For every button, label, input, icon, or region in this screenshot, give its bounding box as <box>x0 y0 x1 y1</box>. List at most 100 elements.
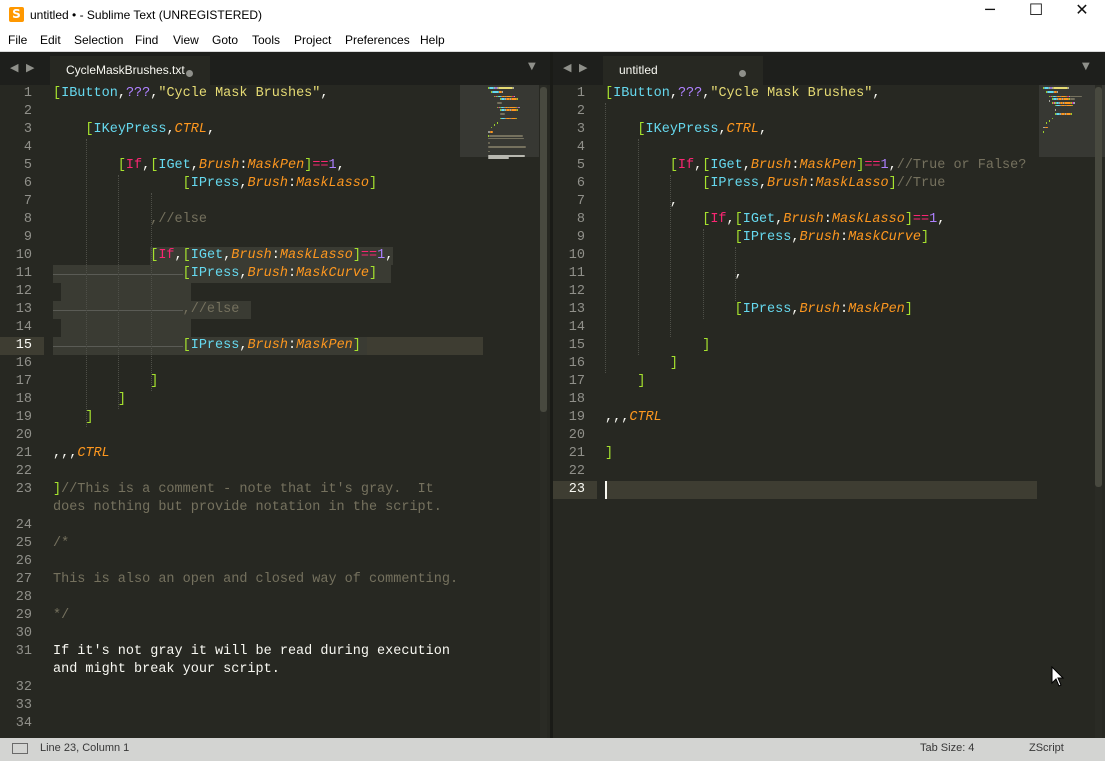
line-number: 8 <box>576 212 585 227</box>
unsaved-dot-icon[interactable] <box>186 70 193 77</box>
unsaved-dot-icon[interactable] <box>739 70 746 77</box>
code-token: /* <box>53 536 70 551</box>
line-number: 6 <box>576 176 585 191</box>
right-code-area[interactable]: [IButton,???,"Cycle Mask Brushes", [IKey… <box>605 85 1037 738</box>
code-token: [ <box>637 122 646 137</box>
minimap-line <box>1046 122 1047 124</box>
panel-toggle-icon[interactable] <box>12 743 28 754</box>
minimap-line <box>1064 102 1071 104</box>
code-line: ,//else <box>53 301 240 319</box>
minimap-line <box>491 91 499 93</box>
code-token: 1 <box>328 158 337 173</box>
code-token: If <box>125 158 143 173</box>
code-line: */ <box>53 607 69 625</box>
code-token: ] <box>352 338 361 353</box>
menu-file[interactable]: File <box>8 33 27 47</box>
line-number: 15 <box>15 338 32 353</box>
line-number: 10 <box>568 248 585 263</box>
menu-view[interactable]: View <box>173 33 199 47</box>
menu-goto[interactable]: Goto <box>212 33 238 47</box>
text-caret <box>605 481 607 499</box>
code-token: ] <box>921 230 930 245</box>
code-token: == <box>360 248 378 263</box>
code-token: IKeyPress <box>93 122 167 137</box>
code-token: ] <box>53 482 62 497</box>
line-number: 19 <box>15 410 32 425</box>
minimize-button[interactable]: ─ <box>967 0 1013 30</box>
tab-size-selector[interactable]: Tab Size: 4 <box>920 742 974 754</box>
tab-cyclemaskbrushes[interactable]: CycleMaskBrushes.txt <box>50 56 210 85</box>
code-line: , <box>605 265 743 283</box>
code-token: , <box>758 122 768 137</box>
syntax-selector[interactable]: ZScript <box>1029 742 1064 754</box>
menu-project[interactable]: Project <box>294 33 331 47</box>
code-token: IGet <box>190 248 224 263</box>
code-token: : <box>839 230 849 245</box>
code-token: , <box>336 158 345 173</box>
code-token: Brush <box>231 248 272 263</box>
tab-untitled[interactable]: untitled <box>603 56 763 85</box>
code-token: IPress <box>710 176 759 191</box>
code-token: CTRL <box>77 446 110 461</box>
tab-menu-icon[interactable]: ▼ <box>528 61 536 72</box>
line-number: 23 <box>568 482 585 497</box>
code-line: [IKeyPress,CTRL, <box>605 121 767 139</box>
right-scrollbar-thumb[interactable] <box>1095 87 1102 487</box>
minimap-line <box>497 87 513 89</box>
right-tab-bar: ◀ ▶ untitled ▼ <box>553 52 1105 85</box>
menu-tools[interactable]: Tools <box>252 33 280 47</box>
line-number: 18 <box>15 392 32 407</box>
menu-preferences[interactable]: Preferences <box>345 33 410 47</box>
minimap-line <box>510 109 518 111</box>
line-number: 11 <box>568 266 585 281</box>
left-scrollbar[interactable] <box>540 85 547 738</box>
line-number: 6 <box>23 176 32 191</box>
code-token: , <box>937 212 946 227</box>
line-number: 7 <box>23 194 32 209</box>
code-line: [IPress,Brush:MaskCurve] <box>53 265 377 283</box>
line-number: 7 <box>576 194 585 209</box>
menu-help[interactable]: Help <box>420 33 445 47</box>
left-code-area[interactable]: [IButton,???,"Cycle Mask Brushes", [IKey… <box>53 85 483 738</box>
code-token: MaskLasso <box>279 248 353 263</box>
code-token: , <box>190 158 199 173</box>
tab-nav-arrows-icon[interactable]: ◀ ▶ <box>10 61 36 74</box>
code-token: , <box>872 86 881 101</box>
minimap-line <box>1049 100 1050 102</box>
menu-edit[interactable]: Edit <box>40 33 61 47</box>
code-line: [If,[IGet,Brush:MaskPen]==1, <box>53 157 345 175</box>
line-number: 4 <box>576 140 585 155</box>
minimap-line <box>1049 120 1050 122</box>
code-token: MaskPen <box>296 338 353 353</box>
code-token: ] <box>888 176 897 191</box>
code-token: == <box>312 158 329 173</box>
code-token: [ <box>734 302 743 317</box>
tab-nav-arrows-icon[interactable]: ◀ ▶ <box>563 61 589 74</box>
minimap-line <box>512 87 514 89</box>
menu-selection[interactable]: Selection <box>74 33 123 47</box>
code-token: and might break your script. <box>53 662 280 677</box>
minimap-line <box>488 142 490 144</box>
close-button[interactable]: ✕ <box>1059 0 1105 30</box>
tab-menu-icon[interactable]: ▼ <box>1082 61 1090 72</box>
code-token: ??? <box>125 86 151 101</box>
code-token: CTRL <box>174 122 207 137</box>
line-number: 12 <box>15 284 32 299</box>
left-scrollbar-thumb[interactable] <box>540 87 547 412</box>
code-token: Brush <box>247 266 288 281</box>
line-number: 31 <box>15 644 32 659</box>
right-scrollbar[interactable] <box>1095 85 1102 738</box>
line-number: 33 <box>15 698 32 713</box>
code-token: CTRL <box>726 122 759 137</box>
maximize-button[interactable]: ☐ <box>1013 0 1059 30</box>
code-line: [IPress,Brush:MaskCurve] <box>605 229 929 247</box>
menu-find[interactable]: Find <box>135 33 158 47</box>
code-token: [ <box>117 158 126 173</box>
code-token: If it's not gray it will be read during … <box>53 644 450 659</box>
